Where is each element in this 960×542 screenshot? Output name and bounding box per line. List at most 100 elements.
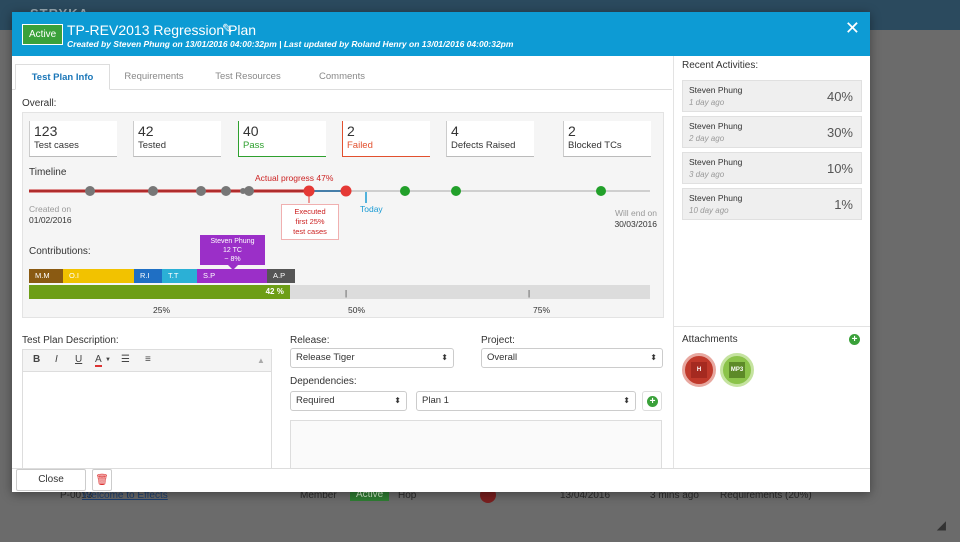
timeline-point-done (148, 186, 158, 196)
timeline-point-done (244, 186, 254, 196)
timeline-point-upcoming (451, 186, 461, 196)
stat-defects-raised: 4 Defects Raised (446, 121, 534, 157)
resize-handle-icon[interactable]: ◢ (937, 518, 946, 532)
stat-number: 40 (243, 123, 259, 139)
attachment-file-h[interactable]: H (682, 353, 716, 387)
project-select[interactable]: Overall ⬍ (481, 348, 663, 368)
numbered-list-icon[interactable]: ≡ (145, 354, 151, 365)
tab-comments[interactable]: Comments (302, 64, 382, 90)
overall-progress-track: 42 % (29, 285, 650, 299)
dependency-plan-select[interactable]: Plan 1 ⬍ (416, 391, 636, 411)
tab-test-plan-info[interactable]: Test Plan Info (15, 64, 110, 90)
attachments-divider (674, 326, 870, 327)
tab-bar: Test Plan Info Requirements Test Resourc… (12, 56, 672, 90)
contribution-tooltip: Steven Phung 12 TC ~ 8% (200, 235, 265, 270)
stat-test-cases: 123 Test cases (29, 121, 117, 157)
contribution-segment-sp[interactable]: S.P (197, 269, 267, 283)
timeline-point-done (221, 186, 231, 196)
attachment-file-mp3[interactable]: MP3 (720, 353, 754, 387)
contribution-segment-oi[interactable]: O.I (63, 269, 134, 283)
activity-user: Steven Phung (689, 121, 743, 131)
progress-mark-50: 50% (348, 305, 366, 315)
stat-label: Pass (243, 140, 265, 151)
timeline-track (29, 185, 650, 203)
modal-header: Active TP-REV2013 Regression Plan ✎ Crea… (12, 12, 870, 56)
stat-number: 42 (138, 123, 154, 139)
progress-mark-25: 25% (153, 305, 171, 315)
release-select[interactable]: Release Tiger ⬍ (290, 348, 454, 368)
underline-button[interactable]: U (75, 354, 82, 365)
stat-number: 2 (347, 123, 355, 139)
dependency-type-select[interactable]: Required ⬍ (290, 391, 407, 411)
add-dependency-button[interactable]: + (642, 391, 662, 411)
bold-button[interactable]: B (33, 354, 40, 365)
created-on-date: 01/02/2016 (29, 215, 72, 225)
stat-label: Blocked TCs (568, 140, 622, 151)
activity-percent: 30% (826, 125, 853, 140)
actual-progress-label: Actual progress 47% (255, 173, 334, 183)
file-icon: H (691, 362, 707, 378)
stat-number: 2 (568, 123, 576, 139)
activity-time: 3 day ago (689, 170, 725, 179)
bullet-list-icon[interactable]: ☰ (121, 354, 130, 365)
progress-mark-75: 75% (533, 305, 551, 315)
select-arrows-icon: ⬍ (650, 353, 657, 362)
progress-tick: | (528, 289, 531, 298)
tooltip-tc: 12 TC (223, 247, 242, 254)
activity-percent: 10% (826, 161, 853, 176)
today-label: Today (360, 204, 383, 214)
activity-item: Steven Phung 3 day ago 10% (682, 152, 862, 184)
close-icon[interactable]: ✕ (845, 19, 860, 37)
dependency-type-value: Required (296, 395, 335, 406)
contribution-segment-ap[interactable]: A.P (267, 269, 295, 283)
dependency-plan-value: Plan 1 (422, 395, 449, 406)
executed-line-3: test cases (293, 227, 327, 236)
delete-button[interactable]: 🗑 (92, 469, 112, 491)
description-editor[interactable]: B I U A ▼ ☰ ≡ ▲ (22, 349, 272, 469)
tooltip-name: Steven Phung (210, 238, 255, 245)
timeline-point-done (85, 186, 95, 196)
tooltip-pct: ~ 8% (224, 256, 241, 263)
status-button[interactable]: Active (22, 24, 64, 45)
contribution-segment-mm[interactable]: M.M (29, 269, 63, 283)
tab-test-resources[interactable]: Test Resources (206, 64, 290, 90)
font-color-button[interactable]: A (95, 354, 102, 367)
modal-footer: Close 🗑 (12, 468, 870, 492)
pencil-icon[interactable]: ✎ (222, 22, 236, 36)
recent-activities-label: Recent Activities: (682, 60, 759, 71)
overall-progress-fill: 42 % (29, 285, 290, 299)
trash-icon: 🗑 (95, 474, 109, 486)
progress-tick: | (345, 289, 348, 298)
timeline-point-done (196, 186, 206, 196)
chevron-down-icon[interactable]: ▼ (105, 357, 111, 363)
contribution-bar: M.M O.I R.I T.T S.P A.P (29, 269, 295, 283)
tab-requirements[interactable]: Requirements (114, 64, 194, 90)
activity-user: Steven Phung (689, 85, 743, 95)
select-arrows-icon: ⬍ (441, 353, 448, 362)
stat-number: 123 (34, 123, 58, 139)
stat-blocked-tcs: 2 Blocked TCs (563, 121, 651, 157)
activity-percent: 40% (826, 89, 853, 104)
contribution-segment-tt[interactable]: T.T (162, 269, 197, 283)
close-button[interactable]: Close (16, 469, 86, 491)
dependencies-label: Dependencies: (290, 376, 357, 387)
italic-button[interactable]: I (55, 354, 58, 365)
timeline-point-failed (340, 185, 352, 197)
test-plan-modal: Active TP-REV2013 Regression Plan ✎ Crea… (12, 12, 870, 492)
collapse-toolbar-icon[interactable]: ▲ (257, 356, 265, 365)
activity-user: Steven Phung (689, 157, 743, 167)
add-attachment-icon[interactable]: + (849, 334, 860, 345)
contributions-label: Contributions: (29, 246, 91, 257)
stat-label: Test cases (34, 140, 79, 151)
modal-subtitle: Created by Steven Phung on 13/01/2016 04… (67, 39, 514, 49)
activity-item: Steven Phung 10 day ago 1% (682, 188, 862, 220)
end-on-date: 30/03/2016 (614, 219, 657, 229)
activity-percent: 1% (834, 197, 853, 212)
stat-failed: 2 Failed (342, 121, 430, 157)
executed-callout: Executed first 25% test cases (281, 204, 339, 240)
timeline-point-upcoming (400, 186, 410, 196)
release-value: Release Tiger (296, 352, 355, 363)
overall-panel: 123 Test cases 42 Tested 40 Pass 2 Faile… (22, 112, 664, 318)
contribution-segment-ri[interactable]: R.I (134, 269, 162, 283)
stat-label: Failed (347, 140, 373, 151)
